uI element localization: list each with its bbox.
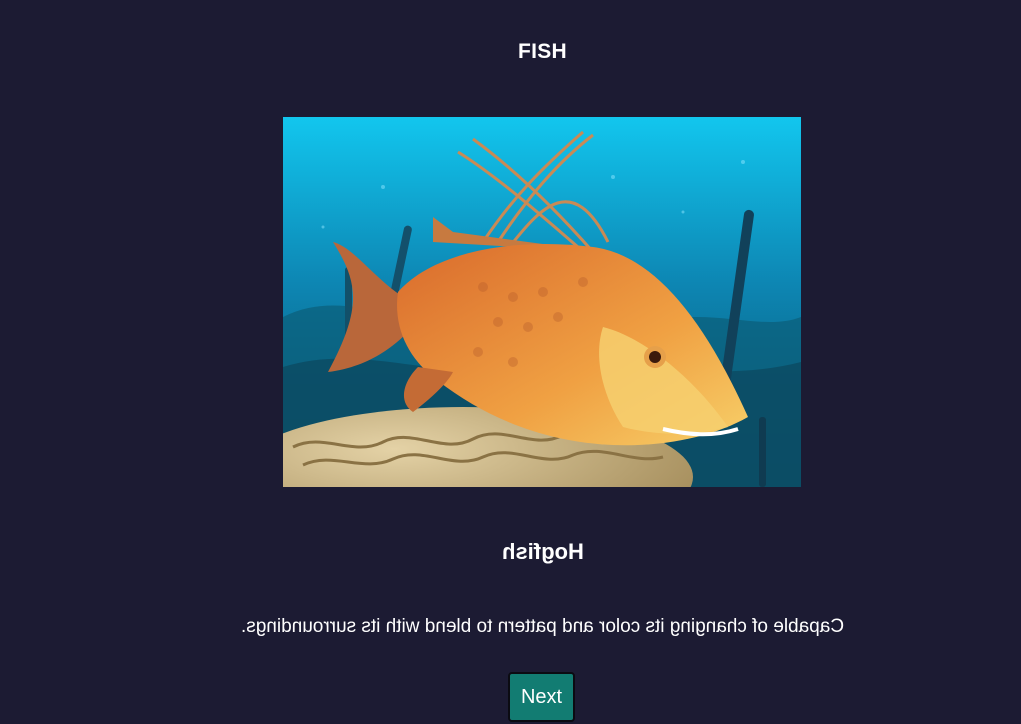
fish-image xyxy=(283,117,801,487)
category-title: FISH xyxy=(517,40,568,63)
fish-description: Capable of changing its color and patter… xyxy=(0,616,1021,638)
fish-description-text: Capable of changing its color and patter… xyxy=(240,616,845,637)
quiz-page: FISH Hogfish Capable of changing its col… xyxy=(0,0,1021,724)
fish-name: Hogfish xyxy=(0,539,1021,565)
next-button[interactable]: Next xyxy=(508,672,575,722)
fish-name-text: Hogfish xyxy=(501,539,584,564)
